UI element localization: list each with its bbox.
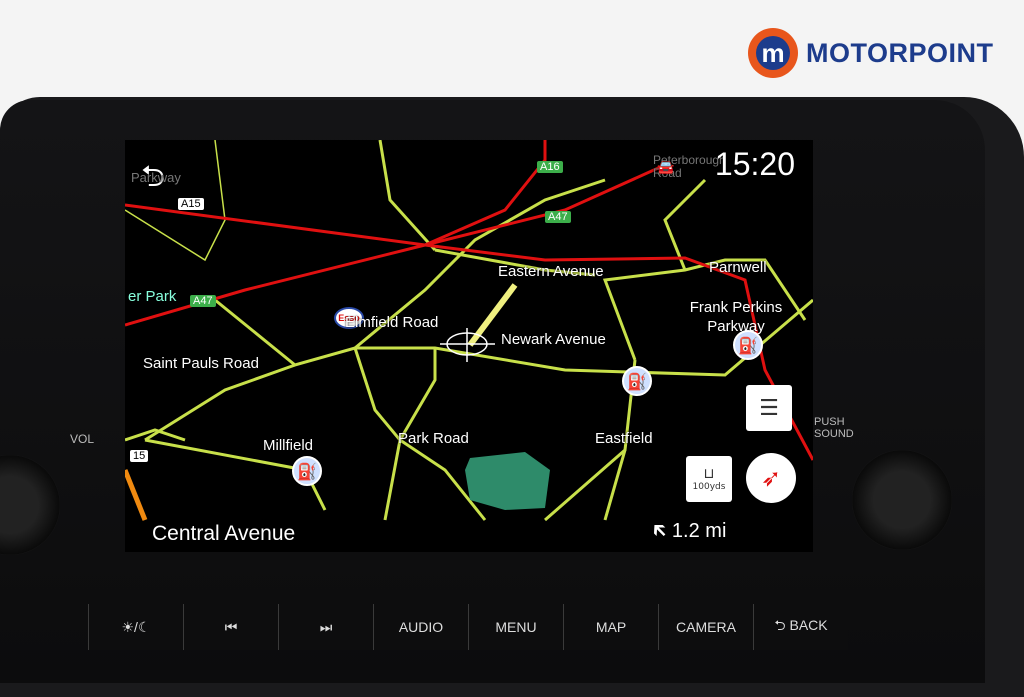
traffic-car-icon: 🚘 [657, 160, 675, 176]
menu-button[interactable]: MENU [468, 604, 563, 650]
list-icon[interactable]: ☰ [746, 385, 792, 431]
fuel-pump-icon[interactable]: ⛽ [292, 456, 322, 486]
distance-to-turn: 1.2 mi [671, 520, 727, 542]
logo-text: MOTORPOINT [806, 37, 994, 68]
turn-arrow-icon: 🡴 [653, 520, 672, 542]
map-scale-button[interactable]: ⊔ 100yds [686, 456, 732, 502]
next-track-button[interactable]: ⏭ [278, 604, 373, 650]
map-button[interactable]: MAP [563, 604, 658, 650]
place-label: Eastfield [595, 430, 653, 447]
logo-badge: m [748, 28, 798, 78]
street-label: Elmfield Road [345, 314, 439, 331]
map-screen[interactable]: ⮌ A15 A16 A47 A47 15 Parkway Peterboroug… [125, 140, 813, 552]
place-label: Millfield [263, 437, 314, 454]
place-label: Parnwell [709, 259, 767, 276]
clock: 15:20 [714, 146, 795, 182]
street-label: Saint Pauls Road [143, 355, 259, 372]
road-shield-a16: A16 [537, 161, 563, 173]
push-sound-label: PUSH SOUND [814, 416, 854, 440]
next-turn-indicator: 🡴 1.2 mi [653, 516, 726, 550]
street-label: Eastern Avenue [498, 263, 604, 280]
road-shield-a47: A47 [190, 295, 216, 307]
fuel-pump-icon[interactable]: ⛽ [733, 330, 763, 360]
audio-button[interactable]: AUDIO [373, 604, 468, 650]
tune-knob[interactable] [852, 450, 952, 550]
street-label: Frank Perkins Parkway [689, 299, 783, 335]
road-shield-a47: A47 [545, 211, 571, 223]
scale-bar-icon: ⊔ [703, 466, 715, 482]
compass-icon[interactable]: ➶ [746, 453, 796, 503]
back-button[interactable]: ⮌ BACK [753, 604, 848, 650]
current-street: Central Avenue [152, 522, 296, 545]
previous-track-button[interactable]: ⏮ [183, 604, 278, 650]
vol-label: VOL [70, 432, 95, 446]
camera-button[interactable]: CAMERA [658, 604, 753, 650]
hardware-button-bar: ☀/☾ ⏮ ⏭ AUDIO MENU MAP CAMERA ⮌ BACK [88, 604, 848, 650]
street-label: Newark Avenue [501, 331, 606, 348]
fuel-pump-icon[interactable]: ⛽ [622, 366, 652, 396]
day-night-button[interactable]: ☀/☾ [88, 604, 183, 650]
scale-label: 100yds [692, 482, 726, 492]
place-label: er Park [128, 288, 177, 305]
road-shield-15: 15 [130, 450, 149, 462]
street-label: Park Road [398, 430, 469, 447]
motorpoint-logo: m MOTORPOINT [748, 28, 994, 78]
place-label: Parkway [131, 170, 181, 185]
road-shield-a15: A15 [178, 198, 204, 210]
park-area [465, 452, 550, 510]
